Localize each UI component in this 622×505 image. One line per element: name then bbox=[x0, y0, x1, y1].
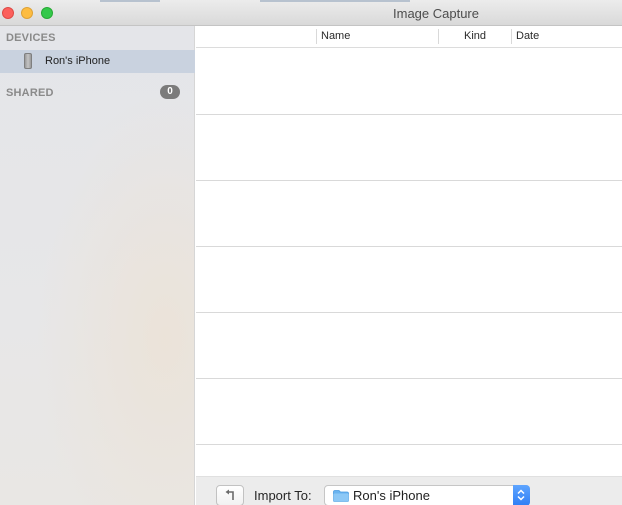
shared-count-badge: 0 bbox=[160, 85, 180, 99]
window-title: Image Capture bbox=[393, 6, 479, 21]
background-window-strip bbox=[100, 0, 160, 2]
title-bar[interactable]: Image Capture bbox=[0, 0, 622, 26]
close-button[interactable] bbox=[2, 7, 14, 19]
minimize-button[interactable] bbox=[21, 7, 33, 19]
rotate-left-icon bbox=[225, 489, 234, 500]
sidebar: DEVICES Ron's iPhone SHARED 0 bbox=[0, 26, 195, 505]
device-label: Ron's iPhone bbox=[45, 55, 111, 67]
import-destination-select[interactable]: Ron's iPhone bbox=[324, 485, 530, 505]
import-to-label: Import To: bbox=[254, 488, 312, 503]
column-header-date[interactable]: Date bbox=[516, 26, 616, 47]
column-separator bbox=[316, 29, 317, 44]
row-divider bbox=[196, 246, 622, 247]
folder-icon bbox=[333, 490, 349, 502]
import-destination-value: Ron's iPhone bbox=[353, 488, 430, 503]
background-window-strip bbox=[260, 0, 410, 2]
shared-header: SHARED bbox=[6, 87, 54, 99]
column-header-name[interactable]: Name bbox=[321, 26, 436, 47]
devices-header: DEVICES bbox=[6, 32, 56, 44]
column-separator bbox=[438, 29, 439, 44]
chevron-up-down-icon bbox=[517, 489, 525, 501]
row-divider bbox=[196, 114, 622, 115]
sidebar-item-device[interactable]: Ron's iPhone bbox=[0, 50, 195, 73]
column-header-bar: Name Kind Date bbox=[196, 26, 622, 48]
select-stepper[interactable] bbox=[513, 485, 530, 505]
column-separator bbox=[511, 29, 512, 44]
row-divider bbox=[196, 312, 622, 313]
bottom-toolbar: Import To: Ron's iPhone bbox=[196, 476, 622, 505]
image-capture-window: Image Capture DEVICES Ron's iPhone SHARE… bbox=[0, 0, 622, 505]
zoom-button[interactable] bbox=[41, 7, 53, 19]
rotate-left-button[interactable] bbox=[216, 485, 244, 505]
row-divider bbox=[196, 180, 622, 181]
column-header-kind[interactable]: Kind bbox=[464, 26, 509, 47]
file-list[interactable]: Name Kind Date bbox=[196, 26, 622, 476]
row-divider bbox=[196, 378, 622, 379]
iphone-icon bbox=[24, 53, 32, 69]
row-divider bbox=[196, 444, 622, 445]
